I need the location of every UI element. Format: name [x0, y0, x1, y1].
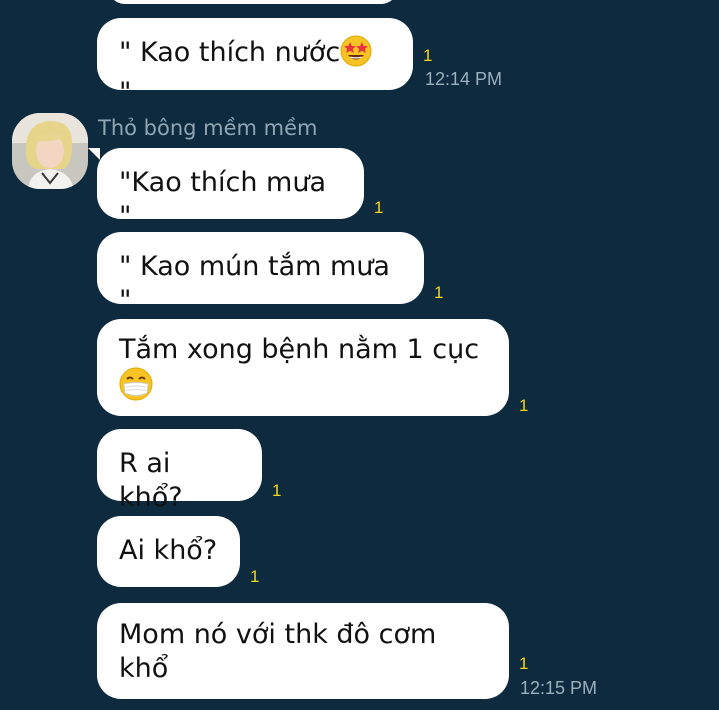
- message-bubble[interactable]: Mom nó với thk đô cơm khổ: [97, 603, 509, 699]
- read-count: 1: [519, 396, 529, 415]
- message-bubble[interactable]: " Kao thích nước ": [97, 18, 413, 108]
- message-bubble[interactable]: Ai khổ?: [97, 516, 240, 587]
- sender-avatar[interactable]: [12, 113, 88, 189]
- read-count: 1: [434, 283, 444, 302]
- message-text-suffix: ": [119, 77, 132, 108]
- star-struck-emoji-icon: [340, 35, 372, 76]
- message-text: Mom nó với thk đô cơm khổ: [119, 619, 437, 684]
- message-text: " Kao thích nước: [119, 37, 341, 68]
- message-bubble[interactable]: " Kao mún tắm mưa ": [97, 232, 424, 316]
- read-count: 1: [272, 481, 282, 500]
- previous-message-bubble[interactable]: [108, 0, 398, 4]
- timestamp: 12:15 PM: [520, 678, 598, 698]
- read-count: 1: [250, 567, 260, 586]
- message-bubble[interactable]: "Kao thích mưa ": [88, 148, 364, 232]
- face-with-medical-mask-emoji-icon: [119, 367, 153, 410]
- message-text: Tắm xong bệnh nằm 1 cục: [119, 334, 480, 365]
- message-bubble[interactable]: R ai khổ?: [97, 429, 262, 513]
- message-bubble[interactable]: Tắm xong bệnh nằm 1 cục: [97, 319, 509, 416]
- message-text: R ai khổ?: [119, 448, 183, 513]
- read-count: 1: [519, 654, 529, 673]
- read-count: 1: [423, 46, 433, 65]
- message-text: " Kao mún tắm mưa ": [119, 251, 390, 316]
- read-count: 1: [374, 198, 384, 217]
- message-text: "Kao thích mưa ": [119, 167, 326, 232]
- timestamp: 12:14 PM: [425, 69, 503, 89]
- avatar-photo-icon: [12, 113, 88, 189]
- sender-name[interactable]: Thỏ bông mềm mềm: [98, 115, 318, 141]
- message-text: Ai khổ?: [119, 535, 218, 566]
